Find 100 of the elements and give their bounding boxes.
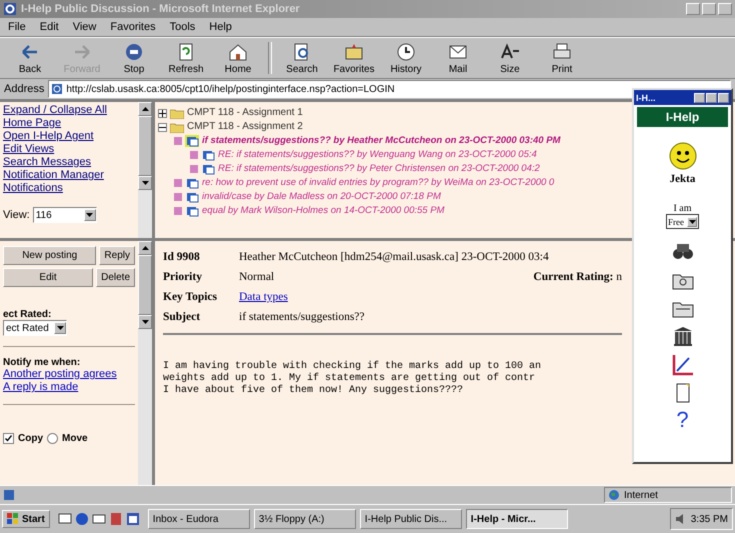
window-title: I-Help Public Discussion - Microsoft Internet Explorer [21,3,300,15]
minimize-button[interactable] [694,92,705,102]
priority-value: Normal [239,270,274,285]
delete-button[interactable]: Delete [96,268,135,287]
help-icon[interactable]: ? [676,409,689,431]
window-icon[interactable] [126,512,140,526]
rated-label: ect Rated: [3,309,52,320]
favorites-button[interactable]: Favorites [328,41,380,75]
subject-label: Subject [163,310,200,325]
nav-link[interactable]: Search Messages [3,156,135,169]
print-button[interactable]: Print [536,41,588,75]
expand-toggle[interactable] [158,108,167,118]
history-button[interactable]: History [380,41,432,75]
nav-link[interactable]: Home Page [3,117,135,130]
folder-icon [170,108,184,118]
posting-item[interactable]: equal by Mark Wilson-Holmes on 14-OCT-2000 00:55 PM [202,204,444,218]
nav-link[interactable]: Notification Manager [3,169,135,182]
posting-item[interactable]: RE: if statements/suggestions?? by Wenguang Wang on 23-OCT-2000 05:4 [218,148,537,162]
new-posting-button[interactable]: New posting [3,246,96,265]
nav-link[interactable]: Open I-Help Agent [3,130,135,143]
taskbar-button[interactable]: I-Help - Micr... [466,509,568,529]
page-icon [3,489,15,501]
status-label: I am [673,203,692,214]
rated-select[interactable]: ect Rated [3,320,67,336]
copy-label: Copy [18,433,43,444]
caret-down-icon [688,220,696,224]
menu-item[interactable]: View [72,21,96,33]
caret-down-icon [142,320,148,324]
menu-item[interactable]: Edit [40,21,59,33]
menu-item[interactable]: Help [209,21,232,33]
nav-link[interactable]: Notifications [3,182,135,195]
taskbar-button[interactable]: I-Help Public Dis... [360,509,462,529]
edit-button[interactable]: Edit [3,268,94,287]
caret-down-icon [142,181,148,185]
message-icon [185,205,199,217]
user-name: Jekta [670,173,696,185]
author-text: Heather McCutcheon [hdm254@mail.usask.ca] 23-OCT-2000 03:4 [239,250,549,265]
posting-marker [174,179,182,187]
posting-item[interactable]: re: how to prevent use of invalid entries by program?? by WeiMa on 23-OCT-2000 0 [202,176,554,190]
menu-item[interactable]: Favorites [110,21,156,33]
id-label: Id 9908 [163,250,200,265]
chart-icon[interactable] [670,353,694,377]
rating-value: n [616,271,622,283]
scroll-thumb[interactable] [138,116,152,176]
folder-item[interactable]: CMPT 118 - Assignment 2 [187,120,303,134]
message-icon [185,177,199,189]
priority-label: Priority [163,270,202,285]
folder-item[interactable]: CMPT 118 - Assignment 1 [187,106,303,120]
copy-checkbox[interactable] [3,433,14,444]
home-button[interactable]: Home [212,41,264,75]
posting-marker [174,137,182,145]
reply-button[interactable]: Reply [99,246,135,265]
size-button[interactable]: Size [484,41,536,75]
view-select[interactable]: 116 [32,207,97,223]
ihelp-header: I-Help [637,107,728,127]
stop-button[interactable]: Stop [108,41,160,75]
message-icon [201,149,215,161]
plus-icon [159,110,166,116]
caret-down-icon [56,326,64,330]
posting-item[interactable]: if statements/suggestions?? by Heather McCutcheon on 23-OCT-2000 03:40 PM [202,134,560,148]
scroll-thumb[interactable] [138,255,152,315]
scrollbar[interactable] [138,241,152,485]
rating-label: Current Rating: [533,271,614,283]
status-select[interactable]: Free [666,214,699,229]
menu-item[interactable]: Tools [170,21,196,33]
caret-down-icon [86,213,94,217]
search-button[interactable]: Search [276,41,328,75]
view-label: View: [3,209,30,221]
address-label: Address [4,83,44,95]
menu-item[interactable]: File [8,21,26,33]
topic-link[interactable]: Data types [239,287,288,307]
stop-icon [123,41,145,63]
move-radio[interactable] [47,433,58,444]
caret-up-icon [142,107,148,111]
nav-link[interactable]: Edit Views [3,143,135,156]
caret-up-icon [142,246,148,250]
back-button[interactable]: Back [4,41,56,75]
start-button[interactable]: Start [2,510,50,528]
taskbar-button[interactable]: 3½ Floppy (A:) [254,509,356,529]
ie-logo-icon [3,2,17,16]
folder-icon [170,122,184,132]
notify-link[interactable]: A reply is made [3,381,135,394]
message-icon [201,163,215,175]
posting-item[interactable]: RE: if statements/suggestions?? by Peter Christensen on 23-OCT-2000 04:2 [218,162,540,176]
nav-link[interactable]: Expand / Collapse All [3,104,135,117]
clock: 3:35 PM [690,514,728,524]
collapse-toggle[interactable] [158,122,167,132]
notify-link[interactable]: Another posting agrees [3,368,135,381]
message-icon [185,135,199,147]
close-button[interactable] [718,92,729,102]
scrollbar[interactable] [138,102,152,238]
refresh-button[interactable]: Refresh [160,41,212,75]
zone-indicator: Internet [604,487,732,503]
mail-button[interactable]: Mail [432,41,484,75]
posting-item[interactable]: invalid/case by Dale Madless on 20-OCT-2000 07:18 PM [202,190,441,204]
taskbar-button[interactable]: Inbox - Eudora [148,509,250,529]
page-icon [51,83,64,95]
windows-flag-icon [7,513,19,525]
topics-label: Key Topics [163,290,218,305]
maximize-button[interactable] [706,92,717,102]
